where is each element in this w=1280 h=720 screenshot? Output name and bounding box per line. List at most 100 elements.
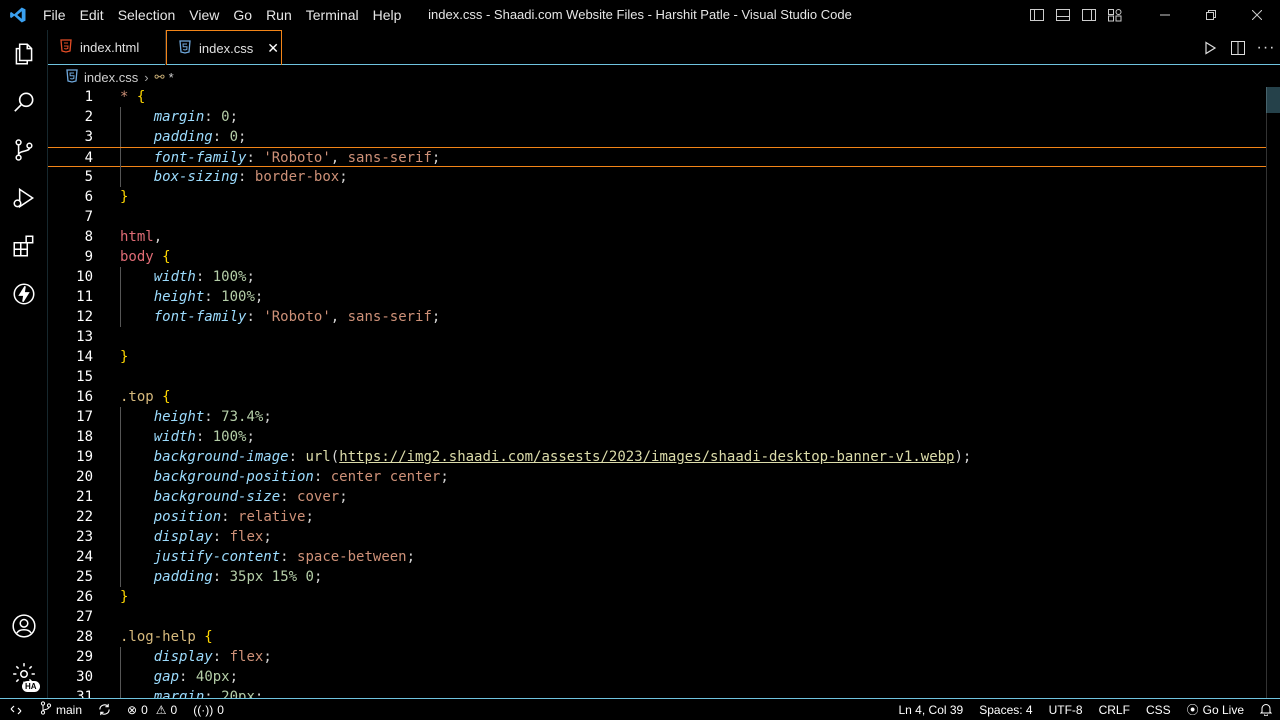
code-line[interactable]: 25 padding: 35px 15% 0;	[48, 567, 1266, 587]
breadcrumb: index.css › ⚯ *	[48, 66, 1280, 88]
code-line[interactable]: 26}	[48, 587, 1266, 607]
code-line[interactable]: 29 display: flex;	[48, 647, 1266, 667]
ports-count: 0	[217, 702, 224, 717]
broadcast-icon: ⦿	[1186, 703, 1199, 717]
code-line[interactable]: 3 padding: 0;	[48, 127, 1266, 147]
accounts-icon[interactable]	[0, 602, 48, 650]
line-number: 22	[76, 509, 93, 525]
code-line[interactable]: 16 .top {	[48, 387, 1266, 407]
menu-help[interactable]: Help	[366, 0, 409, 30]
problems-indicator[interactable]: ⊗ 0 ⚠ 0	[119, 699, 185, 720]
breadcrumb-symbol[interactable]: *	[169, 70, 174, 85]
code-line[interactable]: 6}	[48, 187, 1266, 207]
minimize-icon[interactable]	[1142, 0, 1188, 30]
code-line[interactable]: 28 .log-help {	[48, 627, 1266, 647]
sync-icon[interactable]	[90, 699, 119, 720]
code-line[interactable]: 31 margin: 20px;	[48, 687, 1266, 698]
menu-edit[interactable]: Edit	[73, 0, 111, 30]
toggle-secondary-sidebar-icon[interactable]	[1076, 0, 1102, 30]
code-line[interactable]: 14}	[48, 347, 1266, 367]
vertical-scrollbar[interactable]	[1266, 87, 1280, 698]
line-number: 16	[76, 389, 93, 405]
error-icon: ⊗	[127, 702, 138, 717]
code-line[interactable]: 17 height: 73.4%;	[48, 407, 1266, 427]
code-line[interactable]: 13	[48, 327, 1266, 347]
code-line[interactable]: 21 background-size: cover;	[48, 487, 1266, 507]
go-live-button[interactable]: ⦿ Go Live	[1179, 699, 1252, 720]
notifications-bell-icon[interactable]	[1252, 699, 1280, 720]
toggle-panel-icon[interactable]	[1050, 0, 1076, 30]
cursor-position[interactable]: Ln 4, Col 39	[891, 699, 972, 720]
code-line[interactable]: 22 position: relative;	[48, 507, 1266, 527]
line-number: 25	[76, 569, 93, 585]
code-line[interactable]: 27	[48, 607, 1266, 627]
menu-go[interactable]: Go	[226, 0, 259, 30]
code-editor[interactable]: 31 margin: 20px; 30 gap: 40px; 29 display:…	[48, 87, 1280, 698]
line-number: 14	[76, 349, 93, 365]
indentation[interactable]: Spaces: 4	[971, 699, 1040, 720]
code-line[interactable]: 30 gap: 40px;	[48, 667, 1266, 687]
close-tab-icon[interactable]: ✕	[267, 40, 279, 57]
code-text: padding: 0;	[153, 129, 247, 145]
menu-file[interactable]: File	[36, 0, 73, 30]
code-text: width: 100%;	[153, 429, 255, 445]
encoding[interactable]: UTF-8	[1041, 699, 1091, 720]
code-text: * {	[120, 89, 146, 105]
code-text: font-family: 'Roboto', sans-serif;	[153, 150, 441, 166]
search-icon[interactable]	[0, 78, 48, 126]
remote-indicator-icon[interactable]	[0, 699, 32, 720]
menu-selection[interactable]: Selection	[111, 0, 183, 30]
menu-view[interactable]: View	[182, 0, 226, 30]
restore-icon[interactable]	[1188, 0, 1234, 30]
split-editor-icon[interactable]	[1224, 30, 1252, 65]
code-line[interactable]: 1 * {	[48, 87, 1266, 107]
code-text: font-family: 'Roboto', sans-serif;	[153, 309, 441, 325]
tab-label: index.html	[80, 40, 140, 55]
run-code-icon[interactable]	[1196, 30, 1224, 65]
code-text: position: relative;	[153, 509, 314, 525]
more-actions-icon[interactable]: ···	[1252, 30, 1280, 65]
close-window-icon[interactable]	[1234, 0, 1280, 30]
tab-index-html[interactable]: index.html	[48, 30, 166, 65]
code-line[interactable]: 2 margin: 0;	[48, 107, 1266, 127]
code-line[interactable]: 24 justify-content: space-between;	[48, 547, 1266, 567]
code-line[interactable]: 11 height: 100%;	[48, 287, 1266, 307]
language-mode[interactable]: CSS	[1138, 699, 1179, 720]
line-number: 13	[76, 329, 93, 345]
line-number: 23	[76, 529, 93, 545]
extensions-icon[interactable]	[0, 222, 48, 270]
manage-gear-icon[interactable]: HA	[0, 650, 48, 698]
code-line[interactable]: 9 body {	[48, 247, 1266, 267]
code-line[interactable]: 15	[48, 367, 1266, 387]
breadcrumb-file[interactable]: index.css	[84, 70, 138, 85]
run-debug-icon[interactable]	[0, 174, 48, 222]
code-line[interactable]: 10 width: 100%;	[48, 267, 1266, 287]
line-ending[interactable]: CRLF	[1091, 699, 1138, 720]
code-line[interactable]: 7	[48, 207, 1266, 227]
code-text: height: 100%;	[153, 289, 264, 305]
code-line[interactable]: 18 width: 100%;	[48, 427, 1266, 447]
code-line[interactable]: 8 html,	[48, 227, 1266, 247]
menu-run[interactable]: Run	[259, 0, 299, 30]
toggle-primary-sidebar-icon[interactable]	[1024, 0, 1050, 30]
line-number: 29	[76, 649, 93, 665]
menu-terminal[interactable]: Terminal	[299, 0, 366, 30]
code-line[interactable]: 19 background-image: url(https://img2.sh…	[48, 447, 1266, 467]
code-line[interactable]: 23 display: flex;	[48, 527, 1266, 547]
customize-layout-icon[interactable]	[1102, 0, 1128, 30]
line-number: 3	[84, 129, 93, 145]
line-number: 15	[76, 369, 93, 385]
code-line[interactable]: 5 box-sizing: border-box;	[48, 167, 1266, 187]
tab-index-css[interactable]: index.css ✕	[166, 30, 282, 65]
code-line[interactable]: 20 background-position: center center;	[48, 467, 1266, 487]
source-control-icon[interactable]	[0, 126, 48, 174]
code-text: body {	[120, 249, 171, 265]
ports-indicator[interactable]: ((·)) 0	[185, 699, 232, 720]
git-branch[interactable]: main	[32, 699, 90, 720]
code-line[interactable]: 12 font-family: 'Roboto', sans-serif;	[48, 307, 1266, 327]
line-number: 6	[84, 189, 93, 205]
thunder-client-icon[interactable]	[0, 270, 48, 318]
explorer-icon[interactable]	[0, 30, 48, 78]
scrollbar-thumb[interactable]	[1266, 87, 1280, 113]
code-line[interactable]: 4 font-family: 'Roboto', sans-serif;	[48, 147, 1266, 168]
